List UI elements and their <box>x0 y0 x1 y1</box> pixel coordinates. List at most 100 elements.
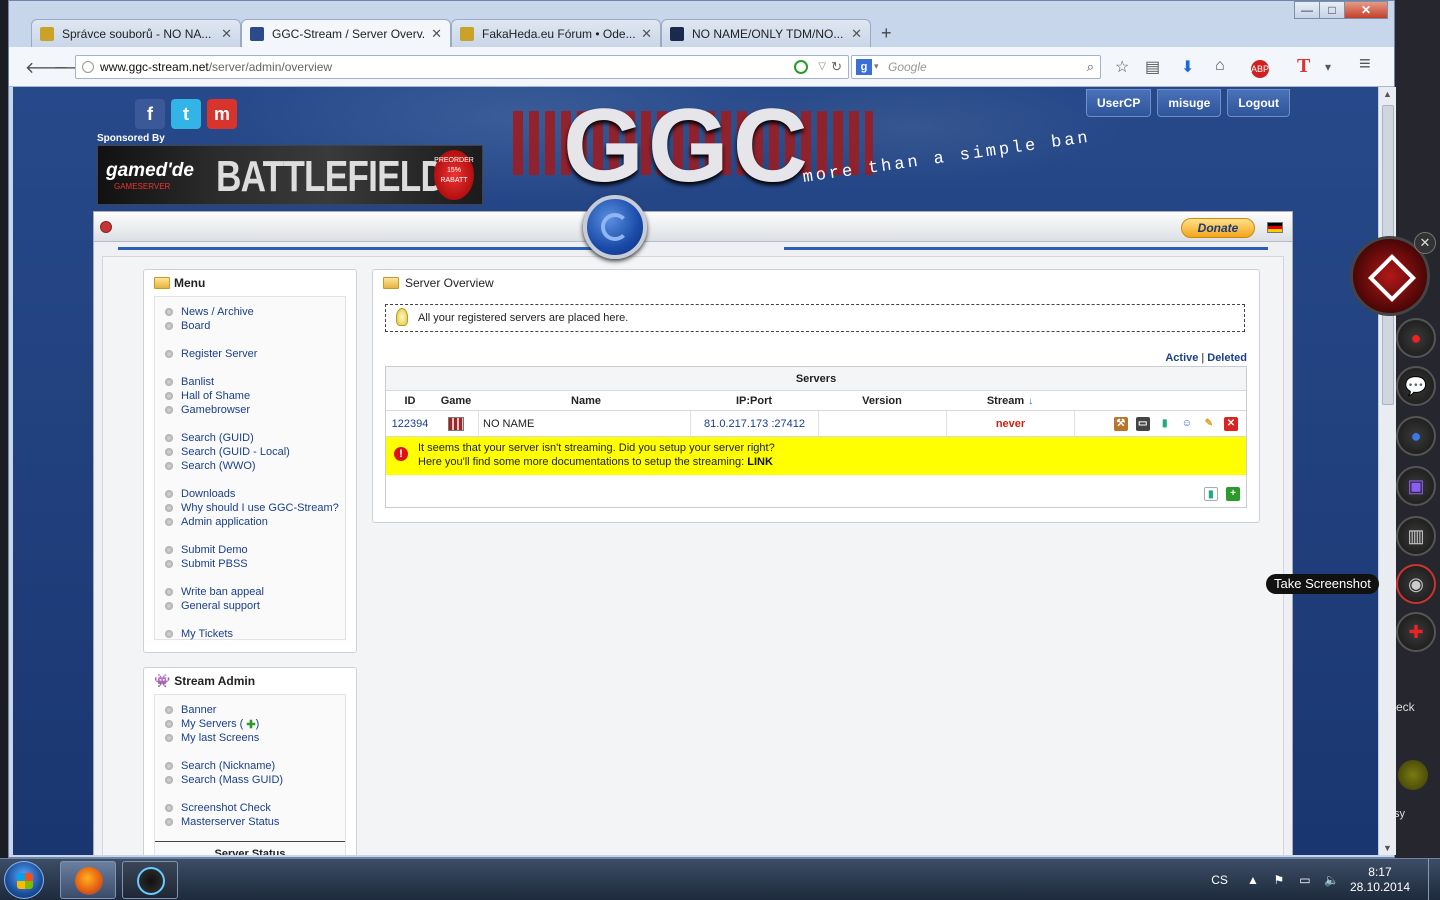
column-header-stream[interactable]: Stream ↓ <box>946 391 1074 410</box>
add-server-icon[interactable]: + <box>1226 487 1240 501</box>
show-desktop-button[interactable] <box>1428 859 1440 900</box>
twitch-icon[interactable]: ▣ <box>1396 466 1436 506</box>
menu-item-submit-demo[interactable]: Submit Demo <box>165 543 345 557</box>
menu-icon[interactable]: ≡ <box>1359 53 1371 76</box>
menu-item-my-tickets[interactable]: My Tickets <box>165 627 345 641</box>
menu-item-ban-appeal[interactable]: Write ban appeal <box>165 585 345 599</box>
scroll-up-icon[interactable]: ▲ <box>1383 89 1392 99</box>
sort-arrow-icon[interactable]: ↓ <box>1028 396 1033 407</box>
add-server-icon[interactable]: ✚ <box>246 718 255 731</box>
delete-icon[interactable]: ✕ <box>1224 417 1238 432</box>
documentation-link[interactable]: LINK <box>747 456 773 468</box>
menu-item-my-last-screens[interactable]: My last Screens <box>165 731 345 745</box>
menu-item-why-ggc[interactable]: Why should I use GGC-Stream? <box>165 501 345 515</box>
tab-no-name-server[interactable]: NO NAME/ONLY TDM/NO... ✕ <box>661 19 871 47</box>
usercp-button[interactable]: UserCP <box>1085 89 1152 117</box>
menu-item-search-wwo[interactable]: Search (WWO) <box>165 459 345 473</box>
scroll-down-icon[interactable]: ▼ <box>1383 843 1392 853</box>
edit-pencil-icon[interactable]: ✎ <box>1201 417 1216 432</box>
menu-item-downloads[interactable]: Downloads <box>165 487 345 501</box>
desktop-icon[interactable] <box>1398 760 1428 790</box>
menu-item-submit-pbss[interactable]: Submit PBSS <box>165 557 345 571</box>
logout-button[interactable]: Logout <box>1227 89 1290 117</box>
maximize-button[interactable]: □ <box>1319 1 1345 19</box>
site-identity-icon[interactable] <box>82 61 94 73</box>
search-icon[interactable]: ⌕ <box>1087 59 1094 75</box>
sponsor-banner[interactable]: gamed'de GAMESERVER BATTLEFIELD 4 PREORD… <box>97 145 483 251</box>
donate-button[interactable]: Donate <box>1181 218 1255 238</box>
tab-close-icon[interactable]: ✕ <box>641 26 652 42</box>
menu-item-screenshot-check[interactable]: Screenshot Check <box>165 801 345 815</box>
german-flag-icon[interactable] <box>1267 222 1283 233</box>
console-icon[interactable]: ▭ <box>1135 417 1150 432</box>
search-engine-dropdown-icon[interactable]: ▾ <box>874 61 879 72</box>
globe-icon[interactable]: ● <box>1396 416 1436 456</box>
reload-button[interactable]: ↻ <box>831 59 842 75</box>
menu-item-banner[interactable]: Banner <box>165 703 345 717</box>
menu-item-news[interactable]: News / Archive <box>165 305 345 319</box>
home-icon[interactable]: ⌂ <box>1215 57 1225 75</box>
menu-item-search-guid-local[interactable]: Search (GUID - Local) <box>165 445 345 459</box>
tab-close-icon[interactable]: ✕ <box>851 26 862 42</box>
camera-icon[interactable]: ◉ <box>1396 564 1436 604</box>
filter-deleted-link[interactable]: Deleted <box>1207 352 1247 364</box>
menu-item-my-servers[interactable]: My Servers ( ✚ ) <box>165 717 345 731</box>
close-window-button[interactable]: ✕ <box>1344 1 1388 19</box>
tab-close-icon[interactable]: ✕ <box>431 26 442 42</box>
menu-item-gamebrowser[interactable]: Gamebrowser <box>165 403 345 417</box>
search-input[interactable]: g ▾ Google ⌕ <box>851 55 1101 79</box>
clock[interactable]: 8:17 28.10.2014 <box>1350 865 1410 895</box>
menu-item-admin-application[interactable]: Admin application <box>165 515 345 529</box>
tray-expand-icon[interactable]: ▲ <box>1246 873 1260 887</box>
profile-icon[interactable]: ● <box>1396 318 1436 358</box>
hammer-icon[interactable]: ⚒ <box>1113 417 1128 432</box>
network-icon[interactable]: ▭ <box>1298 873 1312 887</box>
bookmark-star-icon[interactable]: ☆ <box>1115 57 1129 77</box>
taskbar-firefox[interactable] <box>60 861 116 899</box>
menu-item-search-mass-guid[interactable]: Search (Mass GUID) <box>165 773 345 787</box>
stats-chart-icon[interactable]: ▮ <box>1157 417 1172 432</box>
menu-item-register-server[interactable]: Register Server <box>165 347 345 361</box>
overlay-close-icon[interactable]: ✕ <box>1414 232 1436 254</box>
mixed-social-icon[interactable]: m <box>207 99 237 129</box>
stats-chart-icon[interactable]: ▮ <box>1203 487 1218 501</box>
downloads-icon[interactable]: ⬇ <box>1181 57 1194 77</box>
menu-item-general-support[interactable]: General support <box>165 599 345 613</box>
menu-item-hall-of-shame[interactable]: Hall of Shame <box>165 389 345 403</box>
language-indicator[interactable]: CS <box>1211 873 1228 887</box>
translate-dropdown-icon[interactable]: ▾ <box>1325 60 1331 74</box>
start-button[interactable] <box>4 861 44 899</box>
twitter-icon[interactable]: t <box>171 99 201 129</box>
server-ip-port[interactable]: 81.0.217.173 :27412 <box>690 411 818 436</box>
bookmarks-list-icon[interactable]: ▤ <box>1145 57 1160 77</box>
add-icon[interactable]: ✚ <box>1396 612 1436 652</box>
menu-item-masterserver-status[interactable]: Masterserver Status <box>165 815 345 829</box>
google-icon[interactable]: g <box>856 59 872 75</box>
action-center-flag-icon[interactable]: ⚑ <box>1272 873 1286 887</box>
translate-icon[interactable]: T <box>1297 55 1310 78</box>
menu-item-search-nickname[interactable]: Search (Nickname) <box>165 759 345 773</box>
logo-text: GGC <box>563 88 812 204</box>
tab-fakaheda-forum[interactable]: FakaHeda.eu Fórum • Ode... ✕ <box>451 19 661 47</box>
menu-item-search-guid[interactable]: Search (GUID) <box>165 431 345 445</box>
tab-file-manager[interactable]: Správce souborů - NO NA... ✕ <box>31 19 241 47</box>
chat-icon[interactable]: 💬 <box>1396 366 1436 406</box>
url-history-dropdown-icon[interactable]: ▽ <box>818 61 826 72</box>
adblock-icon[interactable]: ABP <box>1251 60 1269 78</box>
filter-active-link[interactable]: Active <box>1165 352 1198 364</box>
user-icon[interactable]: ☺ <box>1179 417 1194 432</box>
taskbar-app[interactable] <box>122 861 178 899</box>
tab-ggc-stream[interactable]: GGC-Stream / Server Overv... ✕ <box>241 19 451 47</box>
film-icon[interactable]: ▥ <box>1396 516 1436 556</box>
menu-item-banlist[interactable]: Banlist <box>165 375 345 389</box>
volume-icon[interactable]: 🔈 <box>1324 873 1339 887</box>
menu-item-board[interactable]: Board <box>165 319 345 333</box>
new-tab-button[interactable]: + <box>881 23 892 44</box>
address-bar[interactable]: www.ggc-stream.net/server/admin/overview… <box>75 55 849 79</box>
username-button[interactable]: misuge <box>1157 89 1222 117</box>
facebook-icon[interactable]: f <box>135 99 165 129</box>
ggc-logo[interactable]: GGC <box>513 88 873 204</box>
minimize-button[interactable]: — <box>1294 1 1320 19</box>
tab-close-icon[interactable]: ✕ <box>221 26 232 42</box>
server-id[interactable]: 122394 <box>386 411 434 436</box>
